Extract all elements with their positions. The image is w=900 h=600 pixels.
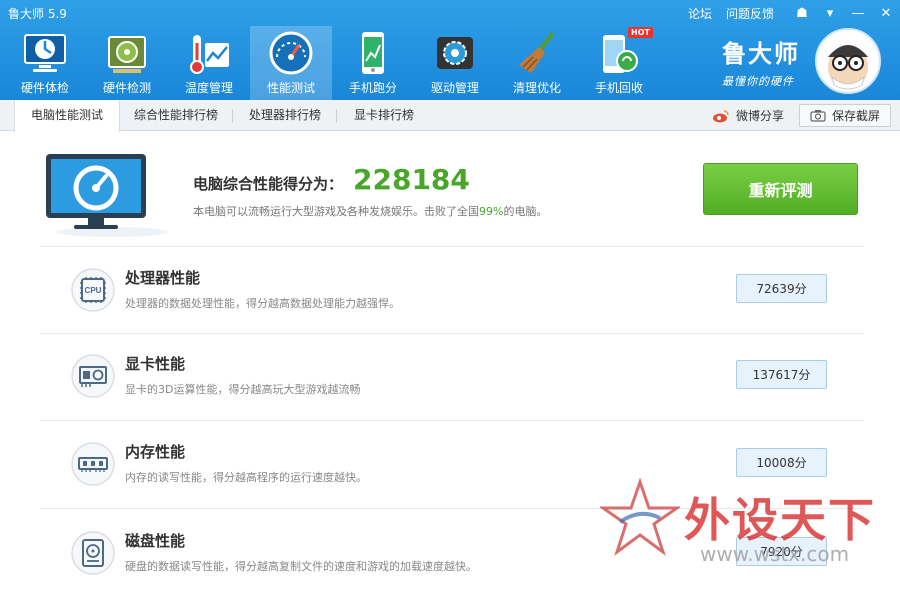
performance-row-cpu: CPU 处理器性能 处理器的数据处理性能，得分越高数据处理能力越强悍。 7263… (0, 267, 900, 347)
nav-label: 手机回收 (594, 81, 643, 95)
save-screenshot-button[interactable]: 保存截屏 (799, 104, 891, 127)
hot-badge: HOT (628, 27, 653, 38)
top-links: 论坛 问题反馈 ☗ ▾ — ✕ (688, 0, 900, 26)
monitor-speedometer-icon (46, 154, 168, 237)
summary-percentile: 99% (479, 205, 504, 218)
menu-dropdown-icon[interactable]: ▾ (816, 0, 844, 26)
memory-icon (71, 442, 115, 486)
divider (40, 333, 864, 334)
performance-row-gpu: 显卡性能 显卡的3D运算性能，得分越高玩大型游戏越流畅 137617分 (0, 353, 900, 433)
graphics-card-icon (71, 354, 115, 398)
brand: 鲁大师 最懂你的硬件 (722, 34, 800, 89)
graphics-card-icon (108, 36, 146, 73)
memory-score: 10008分 (736, 448, 827, 477)
minimize-icon[interactable]: — (844, 0, 872, 26)
summary-description: 本电脑可以流畅运行大型游戏及各种发烧娱乐。击败了全国99%的电脑。 (193, 203, 547, 219)
weibo-share-button[interactable]: 微博分享 (712, 105, 784, 126)
nav-label: 驱动管理 (430, 81, 479, 95)
weibo-icon (713, 109, 729, 122)
row-description: 显卡的3D运算性能，得分越高玩大型游戏越流畅 (125, 383, 361, 396)
watermark-url: www.wstx.com (700, 542, 850, 566)
row-title: 处理器性能 (125, 269, 201, 287)
tab-pc-performance[interactable]: 电脑性能测试 (14, 100, 120, 132)
cpu-icon: CPU (71, 268, 115, 312)
tab-separator (336, 109, 337, 123)
disk-icon (71, 531, 115, 575)
nav-item-driver[interactable]: 驱动管理 (414, 26, 496, 100)
screenshot-label: 保存截屏 (831, 109, 880, 123)
cpu-score: 72639分 (736, 274, 827, 303)
divider (40, 420, 864, 421)
nav-item-hardware-checkup[interactable]: 硬件体检 (4, 26, 86, 100)
clock-monitor-icon (24, 34, 66, 72)
gear-box-icon (437, 37, 473, 69)
speedometer-icon (269, 31, 313, 75)
phone-chart-icon (362, 32, 384, 74)
nav-label: 性能测试 (266, 81, 315, 95)
main-nav: 硬件体检 硬件检测 温度管理 性能测试 手机跑分 驱动管理 清理优化 HOT 手… (4, 26, 660, 100)
tab-gpu-ranking[interactable]: 显卡排行榜 (340, 100, 428, 131)
summary-score: 228184 (353, 163, 470, 196)
share-label: 微博分享 (736, 109, 785, 123)
nav-item-phone-recycle[interactable]: HOT 手机回收 (578, 26, 660, 100)
row-description: 硬盘的数据读写性能，得分越高复制文件的速度和游戏的加载速度越快。 (125, 560, 477, 573)
divider (40, 246, 864, 247)
tab-bar: 电脑性能测试 综合性能排行榜 处理器排行榜 显卡排行榜 微博分享 保存截屏 (0, 100, 900, 132)
summary-desc-text: 本电脑可以流畅运行大型游戏及各种发烧娱乐。击败了全国 (193, 205, 479, 218)
watermark: 外设天下 www.wstx.com (600, 478, 900, 600)
mascot-avatar (815, 28, 881, 94)
app-title: 鲁大师 5.9 (8, 7, 67, 21)
nav-item-performance-test[interactable]: 性能测试 (250, 26, 332, 100)
close-icon[interactable]: ✕ (872, 0, 900, 26)
gpu-score: 137617分 (736, 360, 827, 389)
brand-name: 鲁大师 (722, 40, 800, 68)
row-description: 处理器的数据处理性能，得分越高数据处理能力越强悍。 (125, 297, 400, 310)
broom-icon (519, 31, 555, 73)
nav-item-cleanup[interactable]: 清理优化 (496, 26, 578, 100)
watermark-text: 外设天下 (684, 493, 876, 547)
title-bar: 鲁大师 5.9 论坛 问题反馈 ☗ ▾ — ✕ 硬件体检 硬件检测 温度管理 性… (0, 0, 900, 100)
summary-label: 电脑综合性能得分为： (193, 175, 344, 193)
nav-label: 手机跑分 (348, 81, 397, 95)
nav-label: 温度管理 (184, 81, 233, 95)
row-description: 内存的读写性能，得分越高程序的运行速度越快。 (125, 471, 367, 484)
nav-item-phone-benchmark[interactable]: 手机跑分 (332, 26, 414, 100)
forum-link[interactable]: 论坛 (688, 5, 712, 22)
nav-label: 硬件检测 (102, 81, 151, 95)
row-title: 内存性能 (125, 443, 186, 461)
feedback-link[interactable]: 问题反馈 (726, 5, 774, 22)
thermometer-icon (190, 35, 229, 74)
tab-overall-ranking[interactable]: 综合性能排行榜 (122, 100, 230, 131)
row-title: 显卡性能 (125, 355, 186, 373)
nav-label: 硬件体检 (20, 81, 69, 95)
nav-item-hardware-detect[interactable]: 硬件检测 (86, 26, 168, 100)
star-logo-icon (600, 478, 680, 556)
cpu-icon-text: CPU (85, 286, 102, 295)
nav-label: 清理优化 (512, 81, 561, 95)
nav-item-temperature[interactable]: 温度管理 (168, 26, 250, 100)
tab-cpu-ranking[interactable]: 处理器排行榜 (236, 100, 334, 131)
tab-separator (232, 109, 233, 123)
camera-icon (810, 110, 826, 122)
retest-button[interactable]: 重新评测 (703, 163, 858, 215)
summary-desc-tail: 的电脑。 (503, 205, 548, 218)
skin-icon[interactable]: ☗ (788, 0, 816, 26)
row-title: 磁盘性能 (125, 532, 186, 550)
brand-slogan: 最懂你的硬件 (722, 75, 794, 88)
